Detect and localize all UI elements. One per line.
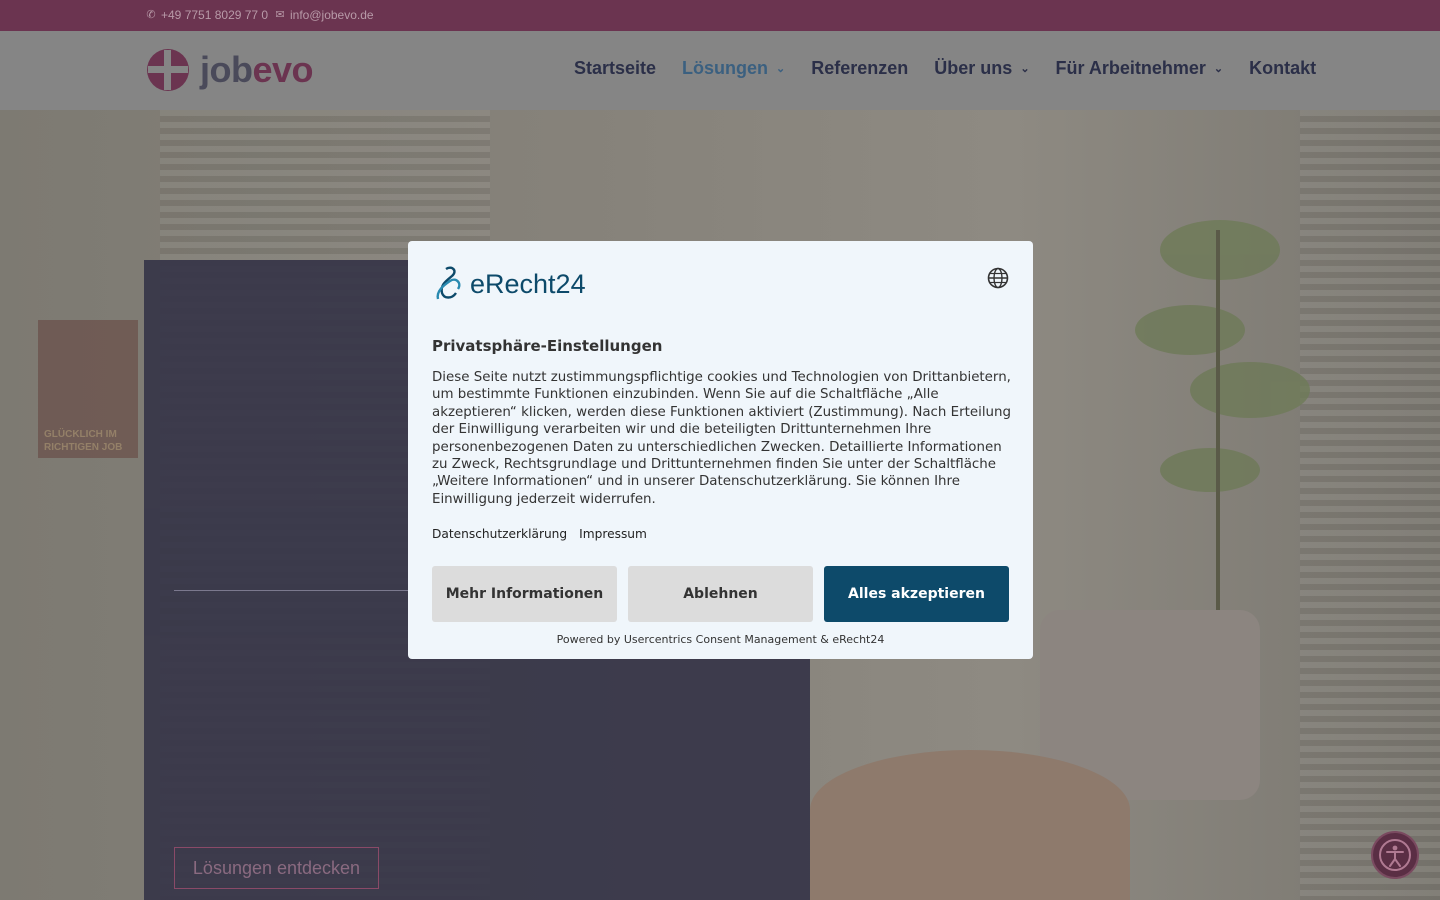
- language-globe-icon[interactable]: [987, 267, 1009, 289]
- plant-image: [1135, 220, 1310, 670]
- phone-icon: ✆: [146, 9, 156, 21]
- phone-link[interactable]: ✆ +49 7751 8029 77 0: [145, 8, 268, 22]
- site-header: jobevo Startseite Lösungen ⌄ Referenzen Ü…: [0, 31, 1440, 110]
- logo-mark-icon: [147, 49, 189, 91]
- consent-description: Diese Seite nutzt zustimmungspflichtige …: [432, 370, 1012, 507]
- accessibility-button[interactable]: [1371, 831, 1419, 879]
- chevron-down-icon: ⌄: [776, 63, 786, 75]
- divider: [174, 590, 410, 591]
- email-address: info@jobevo.de: [290, 8, 374, 22]
- accessibility-icon: [1379, 839, 1411, 871]
- window-blinds: [1300, 110, 1440, 900]
- consent-links: Datenschutzerklärung Impressum: [432, 527, 647, 541]
- privacy-policy-link[interactable]: Datenschutzerklärung: [432, 527, 567, 541]
- poster-text: GLÜCKLICH IM RICHTIGEN JOB: [44, 429, 123, 453]
- consent-title: Privatsphäre-Einstellungen: [432, 337, 663, 355]
- envelope-icon: ✉: [275, 9, 285, 21]
- powered-by-text: Powered by Usercentrics Consent Manageme…: [556, 633, 885, 646]
- email-link[interactable]: ✉ info@jobevo.de: [274, 8, 374, 22]
- jobevo-logo[interactable]: jobevo: [146, 48, 314, 92]
- erecht24-logo: eRecht24: [432, 265, 586, 303]
- phone-number: +49 7751 8029 77 0: [161, 8, 269, 22]
- decline-button[interactable]: Ablehnen: [628, 566, 813, 622]
- logo-text: jobevo: [200, 49, 314, 90]
- nav-loesungen[interactable]: Lösungen ⌄: [682, 58, 785, 79]
- more-information-button[interactable]: Mehr Informationen: [432, 566, 617, 622]
- nav-referenzen[interactable]: Referenzen: [811, 58, 908, 79]
- accept-all-button[interactable]: Alles akzeptieren: [824, 566, 1009, 622]
- nav-kontakt[interactable]: Kontakt: [1249, 58, 1316, 79]
- nav-ueber-uns[interactable]: Über uns ⌄: [934, 58, 1029, 79]
- imprint-link[interactable]: Impressum: [579, 527, 647, 541]
- nav-fuer-arbeitnehmer[interactable]: Für Arbeitnehmer ⌄: [1056, 58, 1224, 79]
- chevron-down-icon: ⌄: [1213, 63, 1224, 75]
- nav-startseite[interactable]: Startseite: [574, 58, 656, 79]
- chevron-down-icon: ⌄: [1020, 63, 1030, 75]
- consent-dialog: eRecht24 Privatsphäre-Einstellungen Dies…: [408, 241, 1033, 659]
- discover-solutions-button[interactable]: Lösungen entdecken: [174, 847, 379, 889]
- erecht24-logo-icon: [436, 266, 461, 300]
- top-contact-bar: ✆ +49 7751 8029 77 0 ✉ info@jobevo.de: [0, 0, 1440, 31]
- main-navigation: Startseite Lösungen ⌄ Referenzen Über uns…: [574, 58, 1316, 79]
- stool-image: [810, 750, 1130, 900]
